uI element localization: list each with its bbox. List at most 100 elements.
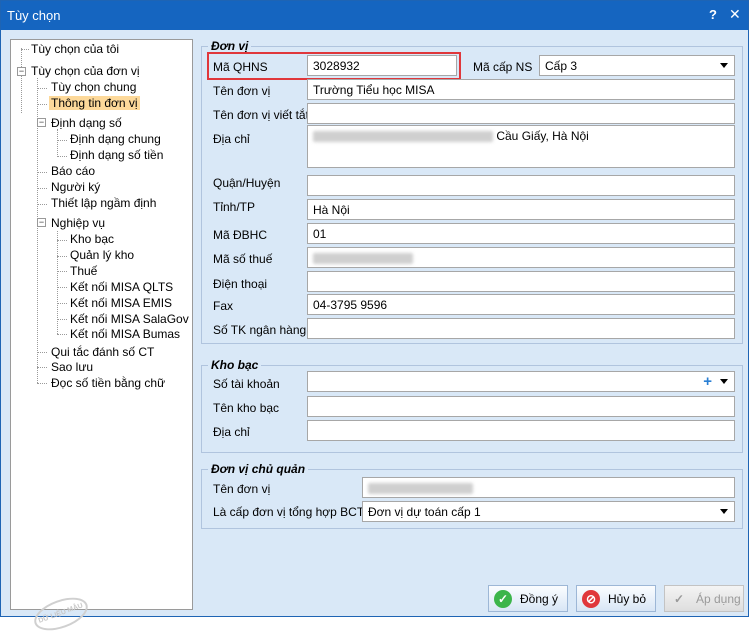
kho-bac-dia-chi-input[interactable]: [307, 420, 735, 441]
ma-dbhc-label: Mã ĐBHC: [213, 228, 268, 242]
tree-line: [57, 334, 67, 335]
close-icon[interactable]: ✕: [729, 6, 741, 23]
tree-line: [37, 172, 47, 173]
tree-item-tuy-chon-cua-toi[interactable]: Tùy chọn của tôi: [29, 42, 121, 57]
tree-item-bao-cao[interactable]: Báo cáo: [49, 164, 97, 179]
group-title: Đơn vị chủ quản: [208, 462, 309, 476]
dia-chi-input[interactable]: Cầu Giấy, Hà Nội: [307, 125, 735, 168]
redacted-text: [313, 253, 413, 265]
tree-item-kho-bac[interactable]: Kho bạc: [68, 232, 116, 247]
apply-button[interactable]: ✓ Áp dụng: [664, 585, 744, 612]
group-title: Đơn vị: [208, 39, 252, 53]
ma-cap-ns-select[interactable]: Cấp 3: [539, 55, 735, 76]
collapse-toggle-icon[interactable]: −: [37, 218, 46, 227]
tree-line: [37, 367, 47, 368]
tree-line: [21, 49, 29, 50]
tree-line: [57, 156, 67, 157]
tree-line: [57, 271, 67, 272]
ma-cap-ns-label: Mã cấp NS: [473, 60, 533, 74]
tree-line: [57, 256, 67, 257]
tree-line: [21, 48, 22, 113]
tree-line: [57, 240, 67, 241]
tree-item-tuy-chon-cua-don-vi[interactable]: Tùy chọn của đơn vị: [29, 64, 142, 79]
chu-quan-ten-label: Tên đơn vị: [213, 482, 271, 496]
tree-line: [57, 303, 67, 304]
so-tai-khoan-select[interactable]: +: [307, 371, 735, 392]
ma-so-thue-label: Mã số thuế: [213, 252, 273, 266]
tree-item-nguoi-ky[interactable]: Người ký: [49, 180, 102, 195]
chevron-down-icon: [720, 509, 728, 514]
options-tree: − − − Tùy chọn của tôi Tùy chọn của đơn …: [10, 39, 193, 637]
tree-item-dinh-dang-so[interactable]: Định dạng số: [49, 116, 124, 131]
tree-line: [37, 383, 47, 384]
group-title: Kho bạc: [208, 358, 262, 372]
title-bar: Tùy chọn ? ✕: [1, 1, 748, 30]
tree-item-dinh-dang-so-tien[interactable]: Định dạng số tiền: [68, 148, 165, 163]
tree-item-thong-tin-don-vi[interactable]: Thông tin đơn vị: [49, 96, 140, 111]
ten-kho-bac-label: Tên kho bạc: [213, 401, 280, 415]
tree-item-tuy-chon-chung[interactable]: Tùy chọn chung: [49, 80, 138, 95]
tree-line: [37, 188, 47, 189]
dien-thoai-input[interactable]: [307, 271, 735, 292]
so-tai-khoan-label: Số tài khoản: [213, 377, 280, 391]
ma-dbhc-input[interactable]: 01: [307, 223, 735, 244]
quan-huyen-input[interactable]: [307, 175, 735, 196]
tree-line: [57, 140, 67, 141]
fax-label: Fax: [213, 299, 234, 313]
dia-chi-label: Địa chỉ: [213, 132, 250, 146]
options-dialog: Tùy chọn ? ✕ − − − Tùy chọn của tôi Tùy …: [0, 0, 749, 637]
tree-line: [37, 88, 47, 89]
ten-don-vi-label: Tên đơn vị: [213, 84, 271, 98]
sample-data-stamp: DỮ LIỆU MẪU: [29, 591, 93, 637]
ten-viet-tat-input[interactable]: [307, 103, 735, 124]
tree-item-thiet-lap-ngam-dinh[interactable]: Thiết lập ngầm định: [49, 196, 158, 211]
chevron-down-icon: [720, 63, 728, 68]
cancel-button[interactable]: ⊘ Hủy bỏ: [576, 585, 656, 612]
tree-line: [37, 104, 47, 105]
tree-item-ket-noi-qlts[interactable]: Kết nối MISA QLTS: [68, 280, 175, 295]
tree-item-thue[interactable]: Thuế: [68, 264, 99, 279]
tree-item-sao-luu[interactable]: Sao lưu: [49, 360, 95, 375]
tree-item-doc-so-tien[interactable]: Đọc số tiền bằng chữ: [49, 376, 167, 391]
ma-so-thue-input[interactable]: [307, 247, 735, 268]
collapse-toggle-icon[interactable]: −: [17, 67, 26, 76]
fax-input[interactable]: 04-3795 9596: [307, 294, 735, 315]
tree-line: [57, 287, 67, 288]
check-icon: ✓: [673, 591, 685, 606]
tree-item-ket-noi-emis[interactable]: Kết nối MISA EMIS: [68, 296, 174, 311]
la-cap-label: Là cấp đơn vị tổng hợp BCTC: [213, 505, 373, 519]
tree-item-quan-ly-kho[interactable]: Quản lý kho: [68, 248, 136, 263]
tree-item-dinh-dang-chung[interactable]: Định dạng chung: [68, 132, 163, 147]
tinh-tp-input[interactable]: Hà Nội: [307, 199, 735, 220]
tree-item-ket-noi-salagov[interactable]: Kết nối MISA SalaGov: [68, 312, 191, 327]
ma-qhns-label: Mã QHNS: [213, 60, 268, 74]
tree-item-qui-tac-danh-so[interactable]: Qui tắc đánh số CT: [49, 345, 156, 360]
so-tk-input[interactable]: [307, 318, 735, 339]
tree-item-ket-noi-bumas[interactable]: Kết nối MISA Bumas: [68, 327, 182, 342]
chevron-down-icon: [720, 379, 728, 384]
ten-don-vi-input[interactable]: Trường Tiểu học MISA: [307, 79, 735, 100]
tree-line: [57, 129, 58, 155]
quan-huyen-label: Quận/Huyện: [213, 176, 281, 190]
redacted-text: [313, 131, 493, 143]
ten-kho-bac-input[interactable]: [307, 396, 735, 417]
chu-quan-ten-input[interactable]: [362, 477, 735, 498]
ma-qhns-input[interactable]: 3028932: [307, 55, 457, 76]
tree-line: [57, 319, 67, 320]
ok-button[interactable]: ✓ Đồng ý: [488, 585, 568, 612]
collapse-toggle-icon[interactable]: −: [37, 118, 46, 127]
tree-item-nghiep-vu[interactable]: Nghiệp vụ: [49, 216, 107, 231]
add-icon[interactable]: +: [703, 373, 712, 390]
tree-line: [37, 204, 47, 205]
dien-thoai-label: Điện thoại: [213, 277, 268, 291]
ten-viet-tat-label: Tên đơn vị viết tắt: [213, 108, 309, 122]
tinh-tp-label: Tỉnh/TP: [213, 200, 256, 214]
cancel-icon: ⊘: [582, 589, 600, 608]
window-title: Tùy chọn: [7, 8, 61, 23]
redacted-text: [368, 483, 473, 495]
tree-line: [37, 352, 47, 353]
so-tk-label: Số TK ngân hàng: [213, 323, 307, 337]
help-icon[interactable]: ?: [709, 7, 717, 22]
kho-bac-dia-chi-label: Địa chỉ: [213, 425, 250, 439]
la-cap-select[interactable]: Đơn vị dự toán cấp 1: [362, 501, 735, 522]
